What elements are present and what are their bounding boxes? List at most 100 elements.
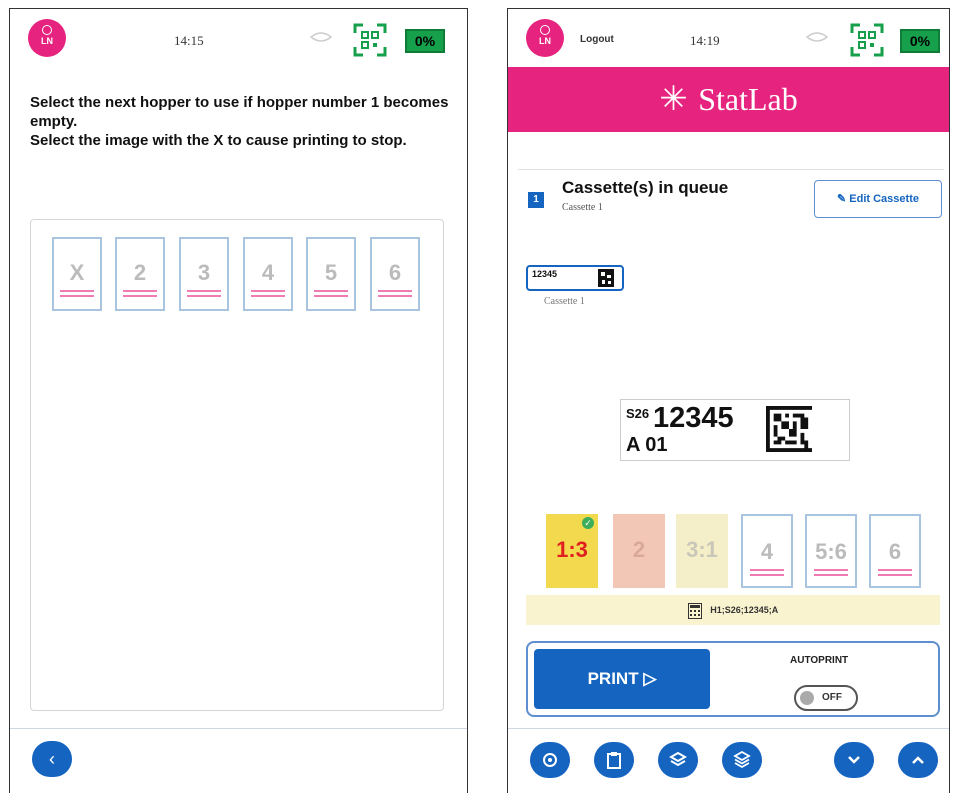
instructions: Select the next hopper to use if hopper … bbox=[30, 93, 450, 150]
edit-icon: ✎ bbox=[837, 193, 847, 205]
user-icon bbox=[42, 25, 52, 35]
scan-icon[interactable] bbox=[850, 23, 884, 57]
slot-stripe bbox=[814, 569, 848, 576]
chevron-down-icon bbox=[848, 756, 860, 764]
user-avatar[interactable]: LN bbox=[526, 19, 564, 57]
hopper-2[interactable]: 2 bbox=[115, 237, 165, 311]
status-bar: LN 14:15 0% bbox=[10, 9, 467, 69]
hopper-label: 5 bbox=[324, 260, 338, 285]
hopper-slot-6[interactable]: 6 bbox=[869, 514, 921, 588]
hopper-label: 4 bbox=[261, 260, 275, 285]
stack-icon bbox=[733, 750, 751, 769]
scroll-down-button[interactable] bbox=[834, 742, 874, 778]
queue-count-badge: 1 bbox=[528, 192, 544, 208]
hopper-slot-4[interactable]: 4 bbox=[741, 514, 793, 588]
autoprint-toggle[interactable]: OFF bbox=[794, 685, 858, 711]
hopper-slot-2[interactable]: 2 bbox=[613, 514, 665, 588]
hopper-stripe bbox=[123, 290, 157, 297]
slot-stripe bbox=[878, 569, 912, 576]
back-button[interactable]: ‹ bbox=[32, 741, 72, 777]
edit-cassette-button[interactable]: ✎ Edit Cassette bbox=[814, 180, 942, 218]
hopper-label: 3 bbox=[197, 260, 211, 285]
queue-title: Cassette(s) in queue bbox=[562, 178, 729, 197]
slot-label: 5:6 bbox=[815, 539, 847, 564]
hopper-stripe bbox=[251, 290, 285, 297]
slot-stripe bbox=[750, 569, 784, 576]
thumbnail-text: 12345 bbox=[532, 269, 558, 279]
clock: 14:15 bbox=[174, 33, 204, 48]
slot-label: 6 bbox=[888, 539, 902, 564]
user-avatar[interactable]: LN bbox=[28, 19, 66, 57]
statlab-logo-icon: ✳ bbox=[659, 80, 688, 118]
hopper-selector: X 2 3 4 5 6 bbox=[30, 219, 444, 711]
wifi-icon bbox=[806, 32, 828, 42]
print-info-bar: H1;S26;12345;A bbox=[526, 595, 940, 625]
hopper-label: 2 bbox=[133, 260, 147, 285]
chevron-left-icon: ‹ bbox=[49, 749, 55, 769]
clipboard-button[interactable] bbox=[594, 742, 634, 778]
stack-button[interactable] bbox=[722, 742, 762, 778]
layers-button[interactable] bbox=[658, 742, 698, 778]
hopper-stripe bbox=[378, 290, 412, 297]
calculator-icon bbox=[687, 602, 702, 619]
label-line2: A 01 bbox=[626, 434, 668, 456]
barcode-icon bbox=[598, 269, 614, 287]
print-button[interactable]: PRINT ▷ bbox=[534, 649, 710, 709]
datamatrix-icon bbox=[766, 406, 812, 452]
hopper-slot-1[interactable]: ✓ 1:3 bbox=[546, 514, 598, 588]
cassette-thumbnail[interactable]: 12345 bbox=[526, 265, 624, 291]
slot-label: 4 bbox=[760, 539, 774, 564]
hopper-slot-3[interactable]: 3:1 bbox=[676, 514, 728, 588]
layers-icon bbox=[668, 751, 688, 767]
hopper-3[interactable]: 3 bbox=[179, 237, 229, 311]
scroll-up-button[interactable] bbox=[898, 742, 938, 778]
battery-indicator: 0% bbox=[405, 29, 445, 53]
avatar-initials: LN bbox=[41, 36, 53, 46]
print-controls: PRINT ▷ AUTOPRINT OFF bbox=[526, 641, 940, 717]
footer-bar: ‹ bbox=[10, 728, 467, 793]
brand-banner: ✳ StatLab bbox=[508, 67, 949, 132]
label-number: 12345 bbox=[653, 402, 734, 434]
chevron-up-icon bbox=[912, 756, 924, 764]
footer-bar bbox=[508, 728, 949, 793]
slot-label: 3:1 bbox=[686, 537, 718, 562]
scan-icon[interactable] bbox=[353, 23, 387, 57]
toggle-state: OFF bbox=[822, 692, 842, 703]
edit-cassette-label: Edit Cassette bbox=[849, 193, 919, 205]
toggle-knob bbox=[800, 691, 814, 705]
label-preview: S26 12345 A 01 bbox=[620, 399, 850, 461]
brand-name: StatLab bbox=[698, 81, 798, 117]
hopper-label: 6 bbox=[388, 260, 402, 285]
print-info-text: H1;S26;12345;A bbox=[710, 605, 779, 615]
autoprint-label: AUTOPRINT bbox=[790, 655, 849, 666]
label-prefix: S26 bbox=[626, 406, 650, 421]
hopper-6[interactable]: 6 bbox=[370, 237, 420, 311]
clipboard-icon bbox=[607, 752, 621, 769]
hopper-5[interactable]: 5 bbox=[306, 237, 356, 311]
hopper-label: X bbox=[69, 260, 85, 285]
slot-label: 1:3 bbox=[556, 537, 588, 562]
settings-icon bbox=[543, 753, 557, 767]
clock: 14:19 bbox=[690, 33, 720, 48]
instruction-line-2: Select the image with the X to cause pri… bbox=[30, 132, 407, 149]
wifi-icon bbox=[310, 32, 332, 42]
hopper-stripe bbox=[187, 290, 221, 297]
settings-button[interactable] bbox=[530, 742, 570, 778]
hopper-4[interactable]: 4 bbox=[243, 237, 293, 311]
avatar-initials: LN bbox=[539, 36, 551, 46]
right-screen: LN Logout 14:19 0% ✳ StatLab 1 Cassette(… bbox=[507, 8, 950, 793]
battery-indicator: 0% bbox=[900, 29, 940, 53]
user-icon bbox=[540, 25, 550, 35]
queue-header: 1 Cassette(s) in queue Cassette 1 ✎ Edit… bbox=[518, 169, 944, 222]
hopper-stripe bbox=[60, 290, 94, 297]
queue-subtitle: Cassette 1 bbox=[562, 202, 603, 213]
check-icon: ✓ bbox=[582, 517, 594, 529]
thumbnail-caption: Cassette 1 bbox=[544, 296, 585, 307]
instruction-line-1: Select the next hopper to use if hopper … bbox=[30, 94, 449, 130]
hopper-stripe bbox=[314, 290, 348, 297]
hopper-x[interactable]: X bbox=[52, 237, 102, 311]
logout-link[interactable]: Logout bbox=[580, 34, 614, 45]
hopper-slot-5[interactable]: 5:6 bbox=[805, 514, 857, 588]
slot-label: 2 bbox=[632, 537, 646, 562]
status-bar: LN Logout 14:19 0% bbox=[508, 9, 949, 69]
